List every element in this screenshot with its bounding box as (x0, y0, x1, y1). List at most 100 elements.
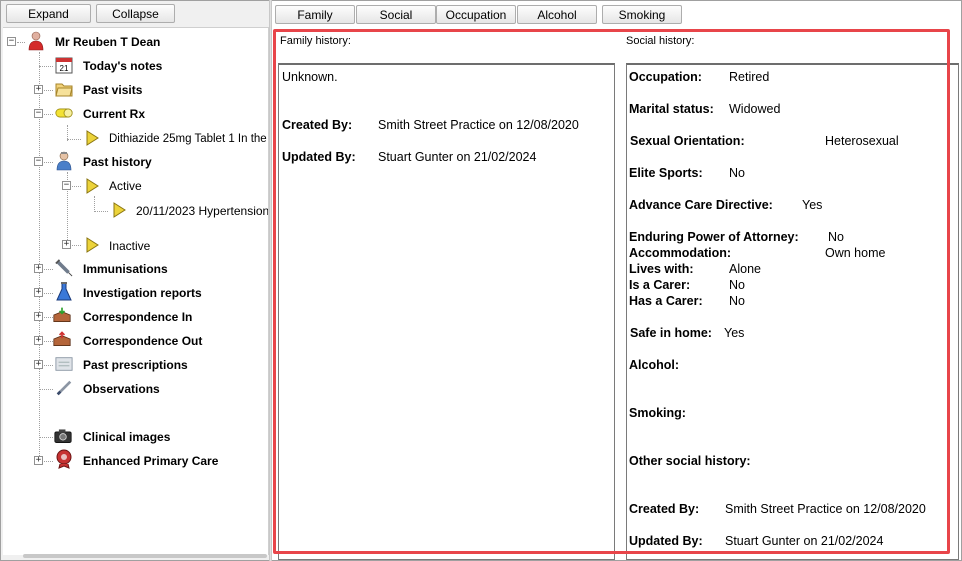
field-value: Yes (724, 326, 745, 340)
tree-connector (72, 186, 81, 187)
outbox-icon (53, 330, 71, 348)
social-updated-by: Updated By: Stuart Gunter on 21/02/2024 (629, 534, 883, 548)
field-key: Created By: (282, 118, 353, 132)
tree-connector (67, 139, 81, 140)
advance-care-directive-field: Advance Care Directive: Yes (629, 198, 822, 212)
field-value: No (828, 230, 844, 244)
field-key: Other social history: (629, 454, 751, 468)
collapse-toggle[interactable]: − (34, 157, 43, 166)
tree-item-clinical-images[interactable]: Clinical images (83, 427, 170, 447)
tree-item-past-prescriptions[interactable]: Past prescriptions (83, 355, 188, 375)
tree-item-inactive[interactable]: Inactive (109, 236, 150, 256)
tree-item-label: Clinical images (83, 430, 171, 444)
is-a-carer-field: Is a Carer: No (629, 278, 745, 292)
tree-connector (94, 211, 108, 212)
expand-toggle[interactable]: + (34, 288, 43, 297)
family-created-by: Created By: Smith Street Practice on 12/… (282, 118, 579, 132)
tree-connector (44, 461, 53, 462)
expand-toggle[interactable]: + (34, 264, 43, 273)
tree-item-label: Past prescriptions (83, 358, 188, 372)
calendar-icon: 21 (55, 56, 73, 74)
tree-connector (44, 317, 53, 318)
tree-connector (39, 389, 53, 390)
field-key: Smoking: (629, 406, 686, 420)
tree-item-todays-notes[interactable]: Today's notes (83, 56, 162, 76)
marital-status-field: Marital status: Widowed (629, 102, 780, 116)
has-a-carer-field: Has a Carer: No (629, 294, 745, 308)
sexual-orientation-field: Sexual Orientation: Heterosexual (630, 134, 899, 148)
tree-connector (39, 437, 53, 438)
tree-item-immunisations[interactable]: Immunisations (83, 259, 168, 279)
tree-item-label: Correspondence Out (83, 334, 203, 348)
tree-item-active[interactable]: Active (109, 176, 142, 196)
tree-item-rx[interactable]: Dithiazide 25mg Tablet 1 In the m (109, 129, 269, 149)
expand-toggle[interactable]: + (34, 85, 43, 94)
camera-icon (54, 427, 72, 445)
social-created-by: Created By: Smith Street Practice on 12/… (629, 502, 926, 516)
safe-in-home-field: Safe in home: Yes (630, 326, 744, 340)
tab-occupation[interactable]: Occupation (436, 5, 516, 24)
expand-toggle[interactable]: + (34, 456, 43, 465)
arrow-right-icon (110, 201, 128, 219)
collapse-button[interactable]: Collapse (96, 4, 175, 23)
tree-item-current-rx[interactable]: Current Rx (83, 104, 145, 124)
prescription-pad-icon (55, 355, 73, 373)
tab-family[interactable]: Family (275, 5, 355, 24)
collapse-toggle[interactable]: − (7, 37, 16, 46)
field-key: Accommodation: (629, 246, 732, 260)
elite-sports-field: Elite Sports: No (629, 166, 745, 180)
tree-item-label: Current Rx (83, 107, 146, 121)
expand-toggle[interactable]: + (34, 312, 43, 321)
collapse-toggle[interactable]: − (34, 109, 43, 118)
thermometer-icon (55, 379, 73, 397)
alcohol-field: Alcohol: (629, 358, 679, 372)
tab-social[interactable]: Social (356, 5, 436, 24)
tab-alcohol[interactable]: Alcohol (517, 5, 597, 24)
social-history-panel[interactable]: Occupation: Retired Marital status: Wido… (626, 63, 959, 560)
tab-smoking[interactable]: Smoking (602, 5, 682, 24)
inbox-icon (53, 306, 71, 324)
patient-tree[interactable]: − Mr Reuben T Dean 21 Today's notes + Pa… (3, 27, 269, 555)
field-value: Heterosexual (825, 134, 899, 148)
tree-item-past-visits[interactable]: Past visits (83, 80, 142, 100)
tree-connector (44, 90, 53, 91)
arrow-right-icon (83, 236, 101, 254)
tree-item-label: Immunisations (83, 262, 168, 276)
field-value: Widowed (729, 102, 781, 116)
right-pane: Family Social Occupation Alcohol Smoking… (272, 1, 961, 560)
field-value: Own home (825, 246, 886, 260)
tree-item-label: Enhanced Primary Care (83, 454, 219, 468)
tree-item-observations[interactable]: Observations (83, 379, 160, 399)
tree-item-past-history[interactable]: Past history (83, 152, 152, 172)
expand-toggle[interactable]: + (34, 360, 43, 369)
tree-item-correspondence-out[interactable]: Correspondence Out (83, 331, 202, 351)
expand-toggle[interactable]: + (62, 240, 71, 249)
expand-toggle[interactable]: + (34, 336, 43, 345)
field-key: Is a Carer: (629, 278, 691, 292)
tree-connector (44, 162, 53, 163)
horizontal-scrollbar[interactable] (23, 554, 267, 558)
tree-item-label: Past history (83, 155, 152, 169)
care-plan-icon (55, 449, 73, 469)
tree-item-patient[interactable]: Mr Reuben T Dean (55, 32, 160, 52)
tree-item-label: Observations (83, 382, 160, 396)
field-key: Safe in home: (630, 326, 712, 340)
arrow-right-icon (83, 129, 101, 147)
family-history-text: Unknown. (282, 70, 338, 84)
tree-item-label: Investigation reports (83, 286, 202, 300)
tree-item-label: 20/11/2023 Hypertension (136, 204, 269, 218)
tree-item-label: Dithiazide 25mg Tablet 1 In the m (109, 133, 269, 145)
tree-item-enhanced-primary-care[interactable]: Enhanced Primary Care (83, 451, 218, 471)
field-key: Updated By: (282, 150, 356, 164)
tree-item-correspondence-in[interactable]: Correspondence In (83, 307, 192, 327)
svg-text:21: 21 (60, 64, 69, 73)
tree-connector (44, 114, 53, 115)
expand-button[interactable]: Expand (6, 4, 91, 23)
tree-item-investigation-reports[interactable]: Investigation reports (83, 283, 202, 303)
tree-item-hypertension[interactable]: 20/11/2023 Hypertension (136, 201, 269, 221)
collapse-toggle[interactable]: − (62, 181, 71, 190)
tree-connector (39, 66, 53, 67)
field-key: Advance Care Directive: (629, 198, 773, 212)
family-history-panel[interactable]: Unknown. Created By: Smith Street Practi… (278, 63, 615, 560)
tree-connector (44, 341, 53, 342)
